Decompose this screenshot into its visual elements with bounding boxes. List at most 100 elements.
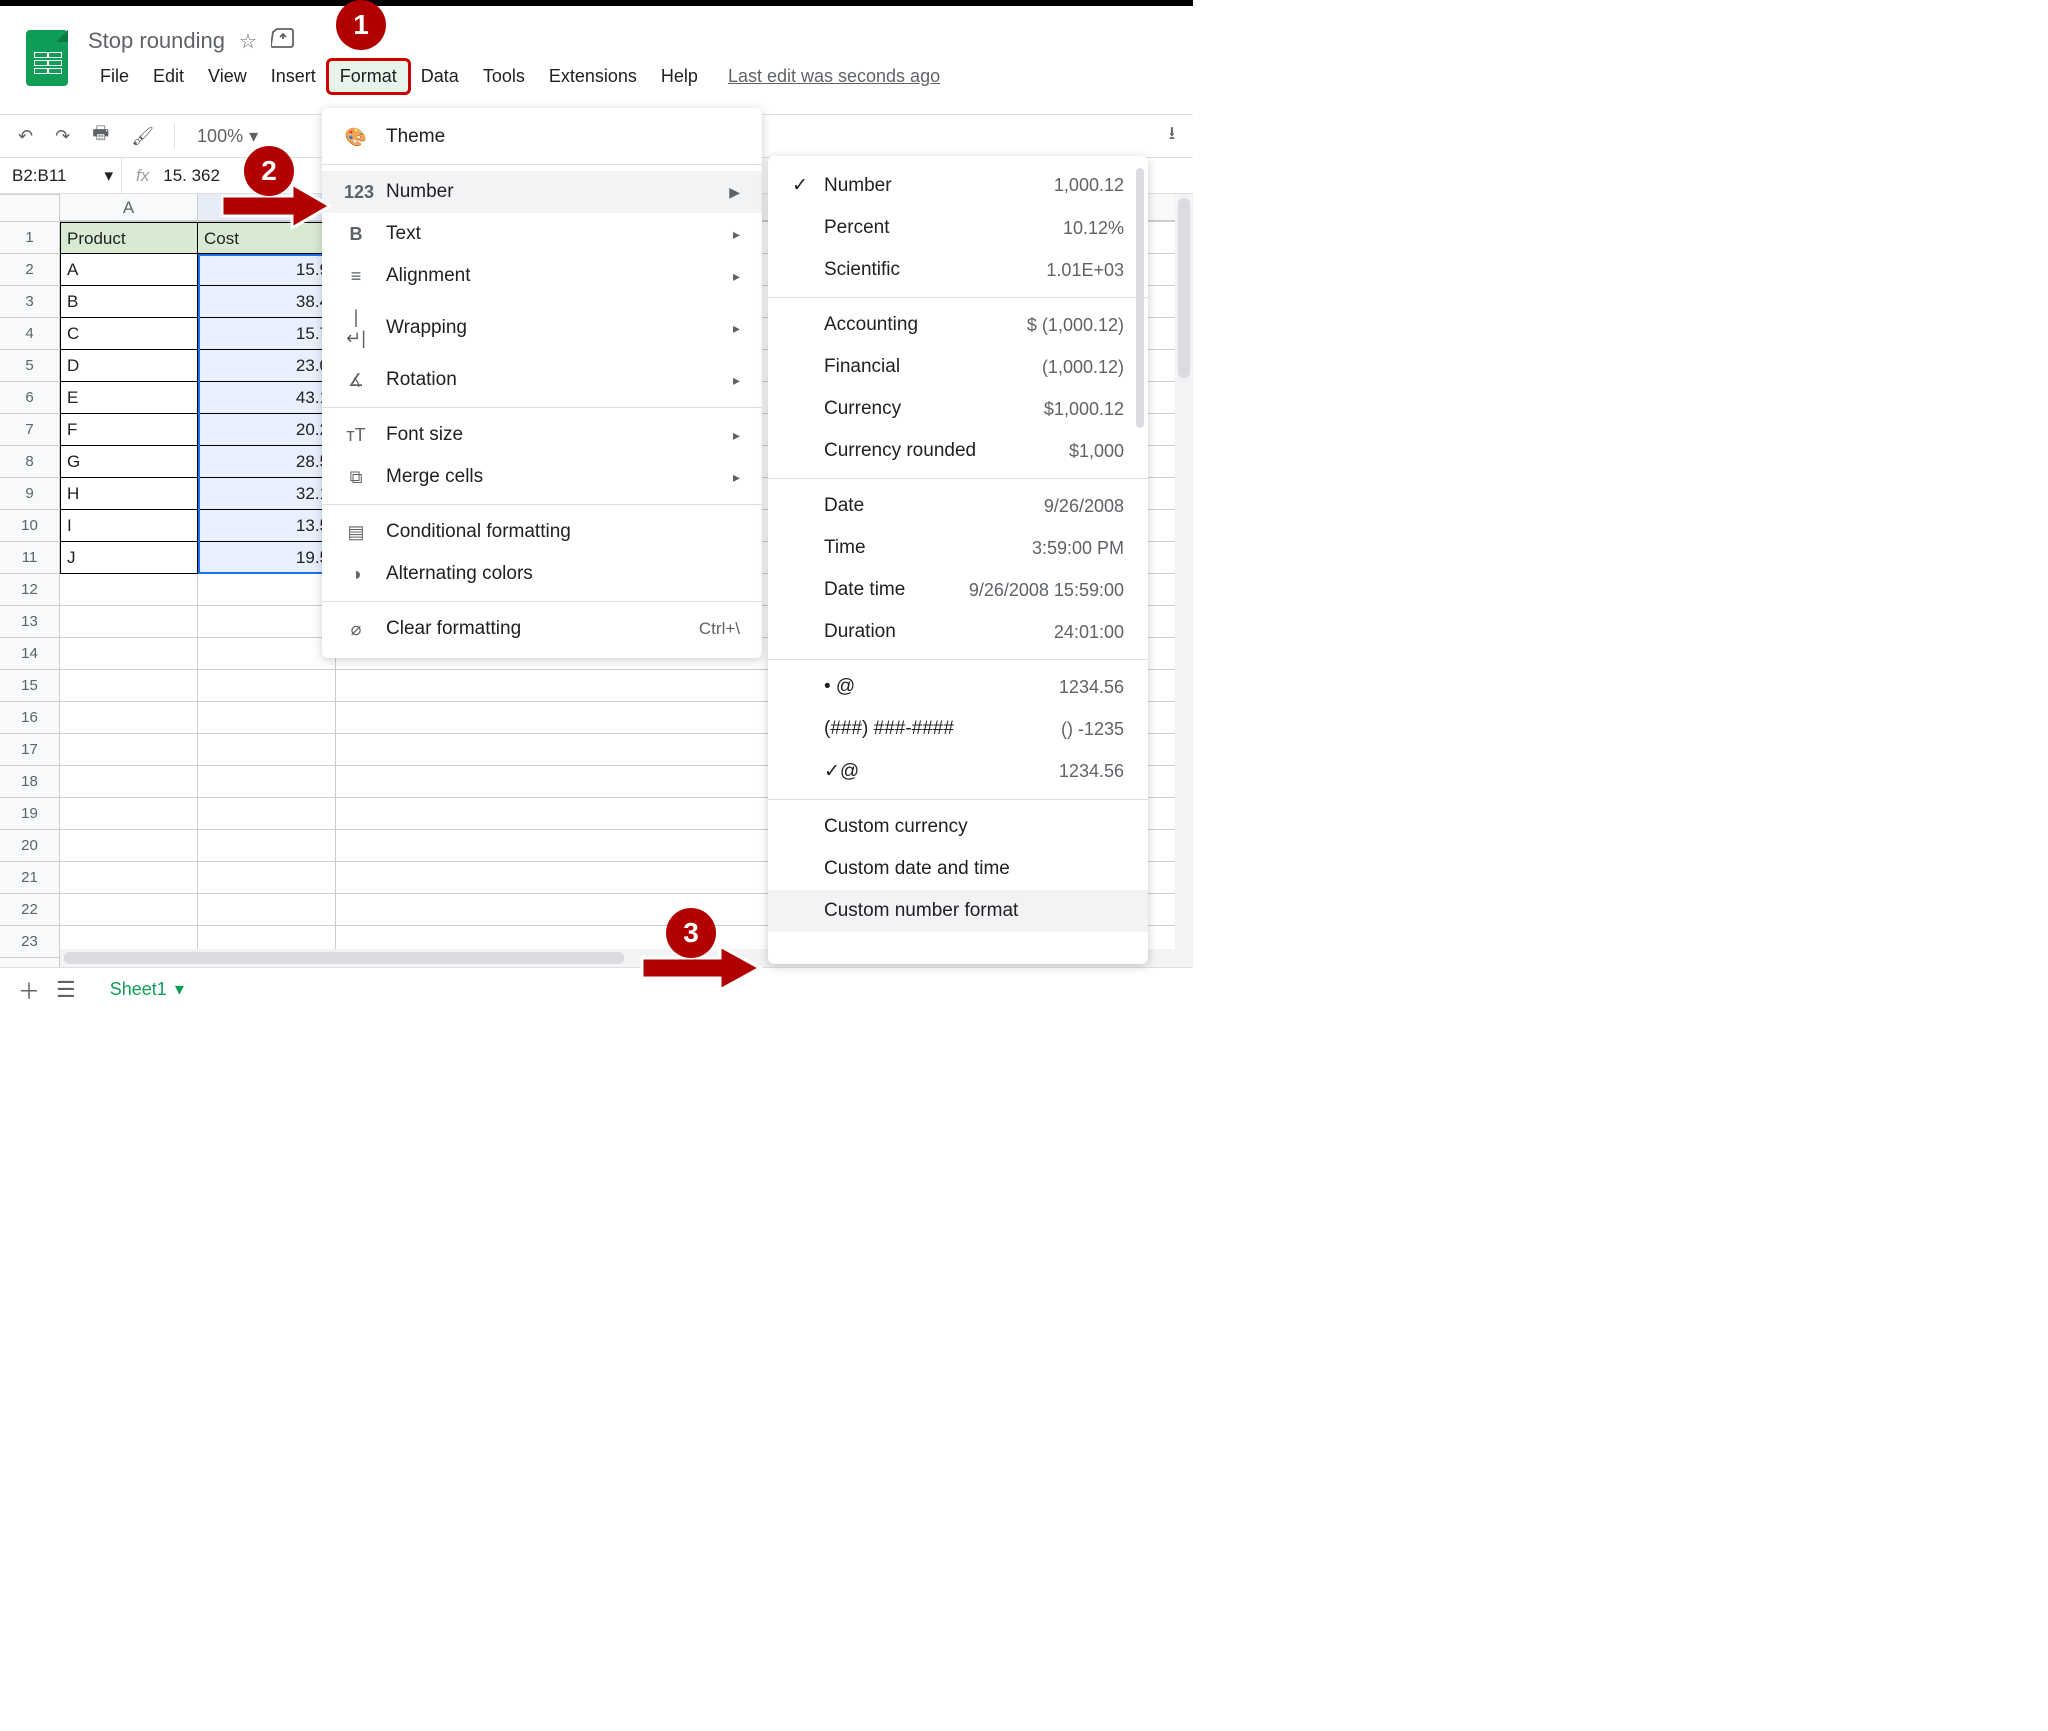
cell[interactable]: C: [60, 318, 198, 350]
cell[interactable]: [60, 862, 198, 894]
redo-icon[interactable]: ↷: [47, 122, 78, 151]
row-header[interactable]: 5: [0, 350, 60, 382]
menu-insert[interactable]: Insert: [259, 60, 328, 93]
row-header[interactable]: 20: [0, 830, 60, 862]
menu-merge[interactable]: ⧉Merge cells▸: [322, 456, 762, 498]
cell[interactable]: 38.4: [198, 286, 336, 318]
cell[interactable]: [198, 862, 336, 894]
number-format-option[interactable]: Custom currency: [768, 806, 1148, 848]
cell[interactable]: [60, 606, 198, 638]
last-edit-link[interactable]: Last edit was seconds ago: [710, 60, 958, 93]
row-header[interactable]: 13: [0, 606, 60, 638]
menu-clear-formatting[interactable]: ⌀Clear formattingCtrl+\: [322, 608, 762, 650]
cell[interactable]: [198, 702, 336, 734]
cell[interactable]: [60, 670, 198, 702]
row-header[interactable]: 22: [0, 894, 60, 926]
col-header-A[interactable]: A: [60, 194, 198, 221]
number-format-option[interactable]: • @1234.56: [768, 666, 1148, 708]
cell[interactable]: G: [60, 446, 198, 478]
all-sheets-button[interactable]: ☰: [56, 977, 76, 1003]
menu-tools[interactable]: Tools: [471, 60, 537, 93]
number-format-option[interactable]: Currency rounded$1,000: [768, 430, 1148, 472]
row-header[interactable]: 16: [0, 702, 60, 734]
menu-alternating-colors[interactable]: ◑Alternating colors: [322, 553, 762, 595]
number-format-option[interactable]: ✓Number1,000.12: [768, 164, 1148, 207]
menu-edit[interactable]: Edit: [141, 60, 196, 93]
cell[interactable]: [198, 734, 336, 766]
row-header[interactable]: 18: [0, 766, 60, 798]
cell[interactable]: 15.9: [198, 254, 336, 286]
number-format-option[interactable]: Accounting$ (1,000.12): [768, 304, 1148, 346]
menu-theme[interactable]: 🎨Theme: [322, 116, 762, 158]
menu-view[interactable]: View: [196, 60, 259, 93]
row-header[interactable]: 11: [0, 542, 60, 574]
formula-value[interactable]: 15. 362: [163, 166, 220, 186]
row-header[interactable]: 9: [0, 478, 60, 510]
sheet-tab[interactable]: Sheet1 ▾: [92, 973, 202, 1006]
row-header[interactable]: 19: [0, 798, 60, 830]
row-header[interactable]: 3: [0, 286, 60, 318]
download-icon[interactable]: ⭳: [1161, 117, 1183, 155]
cell[interactable]: E: [60, 382, 198, 414]
menu-format[interactable]: Format: [328, 60, 409, 93]
cell[interactable]: H: [60, 478, 198, 510]
number-format-option[interactable]: ✓@1234.56: [768, 750, 1148, 793]
menu-text[interactable]: BText▸: [322, 213, 762, 255]
cell[interactable]: [60, 574, 198, 606]
row-header[interactable]: 24: [0, 958, 60, 967]
cell[interactable]: J: [60, 542, 198, 574]
cell[interactable]: [198, 830, 336, 862]
row-header[interactable]: 12: [0, 574, 60, 606]
row-header[interactable]: 6: [0, 382, 60, 414]
row-header[interactable]: 15: [0, 670, 60, 702]
cell[interactable]: [60, 702, 198, 734]
cell[interactable]: [198, 670, 336, 702]
sheets-logo[interactable]: [26, 30, 68, 86]
row-header[interactable]: 23: [0, 926, 60, 958]
number-format-option[interactable]: Date9/26/2008: [768, 485, 1148, 527]
row-header[interactable]: 10: [0, 510, 60, 542]
cell[interactable]: I: [60, 510, 198, 542]
number-format-option[interactable]: Currency$1,000.12: [768, 388, 1148, 430]
scroll-thumb[interactable]: [64, 952, 624, 964]
cell[interactable]: [60, 798, 198, 830]
row-header[interactable]: 4: [0, 318, 60, 350]
cell[interactable]: 19.5: [198, 542, 336, 574]
cell[interactable]: [198, 606, 336, 638]
cell[interactable]: D: [60, 350, 198, 382]
doc-title[interactable]: Stop rounding: [88, 28, 225, 54]
cell[interactable]: F: [60, 414, 198, 446]
menu-data[interactable]: Data: [409, 60, 471, 93]
paint-format-icon[interactable]: 🖌: [123, 122, 162, 151]
scroll-thumb[interactable]: [1178, 198, 1190, 378]
cell[interactable]: [60, 894, 198, 926]
cell[interactable]: [198, 574, 336, 606]
row-header[interactable]: 2: [0, 254, 60, 286]
cell[interactable]: [198, 766, 336, 798]
row-header[interactable]: 7: [0, 414, 60, 446]
menu-extensions[interactable]: Extensions: [537, 60, 649, 93]
move-to-drive-icon[interactable]: [271, 28, 295, 54]
number-format-option[interactable]: Duration24:01:00: [768, 611, 1148, 653]
cell[interactable]: [60, 766, 198, 798]
cell[interactable]: 23.0: [198, 350, 336, 382]
submenu-scrollbar[interactable]: [1134, 164, 1146, 956]
row-header[interactable]: 1: [0, 222, 60, 254]
cell[interactable]: 13.5: [198, 510, 336, 542]
menu-alignment[interactable]: ≡Alignment▸: [322, 255, 762, 297]
add-sheet-button[interactable]: ＋: [18, 974, 40, 1006]
row-header[interactable]: 14: [0, 638, 60, 670]
cell[interactable]: [198, 894, 336, 926]
row-header[interactable]: 17: [0, 734, 60, 766]
print-icon[interactable]: 🖶: [84, 117, 117, 155]
zoom-selector[interactable]: 100% ▾: [197, 126, 258, 147]
number-format-option[interactable]: Percent10.12%: [768, 207, 1148, 249]
number-format-option[interactable]: (###) ###-####() -1235: [768, 708, 1148, 750]
cell[interactable]: [60, 638, 198, 670]
menu-conditional-formatting[interactable]: ▤Conditional formatting: [322, 511, 762, 553]
number-format-option[interactable]: Custom date and time: [768, 848, 1148, 890]
star-icon[interactable]: ☆: [239, 29, 257, 54]
number-format-option[interactable]: Financial(1,000.12): [768, 346, 1148, 388]
name-box[interactable]: B2:B11 ▾: [0, 158, 122, 193]
cell[interactable]: 32.1: [198, 478, 336, 510]
